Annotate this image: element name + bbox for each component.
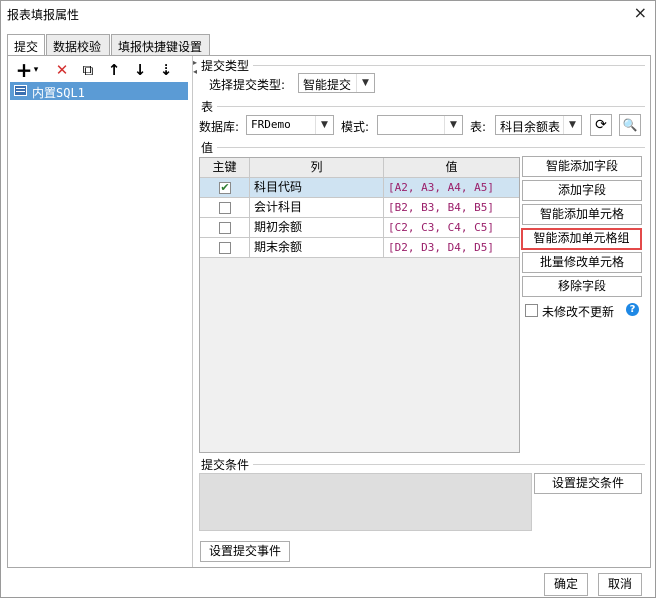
submit-condition-area: [199, 473, 532, 531]
divider: [253, 464, 645, 465]
value-cell[interactable]: [A2, A3, A4, A5]: [384, 178, 519, 198]
title-bar: 报表填报属性 ×: [1, 1, 655, 27]
tab-submit[interactable]: 提交: [7, 34, 45, 57]
chevron-down-icon: ▼: [563, 116, 581, 134]
table-row[interactable]: 期末余额 [D2, D3, D4, D5]: [200, 238, 519, 258]
table-value: 科目余额表: [500, 120, 561, 134]
cancel-button[interactable]: 取消: [598, 573, 642, 596]
submit-type-select[interactable]: 智能提交 ▼: [298, 73, 375, 93]
submit-condition-heading: 提交条件: [201, 458, 250, 472]
column-cell[interactable]: 期初余额: [250, 218, 384, 238]
mode-select[interactable]: ▼: [377, 115, 463, 135]
divider: [217, 106, 645, 107]
primary-key-checkbox[interactable]: [219, 202, 231, 214]
divider: [217, 147, 645, 148]
smart-add-cell-group-button[interactable]: 智能添加单元格组: [521, 228, 642, 250]
collapse-handle[interactable]: ▸ ◂: [193, 58, 199, 76]
table-row[interactable]: 期初余额 [C2, C3, C4, C5]: [200, 218, 519, 238]
mode-label: 模式:: [341, 120, 370, 134]
add-dropdown-icon[interactable]: ▾: [31, 60, 41, 80]
batch-modify-cell-button[interactable]: 批量修改单元格: [522, 252, 642, 273]
column-header-value[interactable]: 值: [384, 158, 519, 178]
database-label: 数据库:: [199, 120, 240, 134]
database-select[interactable]: FRDemo ▼: [246, 115, 334, 135]
field-table: 主键 列 值 ✔ 科目代码 [A2, A3, A4, A5] 会计科目 [B2,…: [199, 157, 520, 453]
left-pane: + ▾ ✕ ⧉ ↑ ↓ ⇣ 内置SQL1: [8, 56, 193, 567]
tab-shortcut-settings[interactable]: 填报快捷键设置: [111, 34, 210, 56]
move-down-icon[interactable]: ↓: [130, 60, 150, 80]
chevron-down-icon: ▼: [444, 116, 462, 134]
column-cell[interactable]: 会计科目: [250, 198, 384, 218]
key-cell: ✔: [200, 178, 250, 198]
preview-button[interactable]: 🔍: [619, 114, 641, 136]
delete-icon[interactable]: ✕: [52, 60, 72, 80]
smart-add-cell-button[interactable]: 智能添加单元格: [522, 204, 642, 225]
smart-add-field-button[interactable]: 智能添加字段: [522, 156, 642, 177]
set-submit-condition-button[interactable]: 设置提交条件: [534, 473, 642, 494]
primary-key-checkbox[interactable]: [219, 222, 231, 234]
ok-button[interactable]: 确定: [544, 573, 588, 596]
set-submit-event-button[interactable]: 设置提交事件: [200, 541, 290, 562]
divider: [253, 65, 645, 66]
submit-type-label: 选择提交类型:: [209, 78, 286, 92]
dialog-window: 报表填报属性 × 提交 数据校验 填报快捷键设置 + ▾ ✕ ⧉ ↑ ↓ ⇣ 内…: [0, 0, 656, 598]
move-up-icon[interactable]: ↑: [104, 60, 124, 80]
sort-icon[interactable]: ⇣: [156, 60, 176, 80]
tab-data-validation[interactable]: 数据校验: [46, 34, 110, 56]
primary-key-checkbox[interactable]: [219, 242, 231, 254]
chevron-down-icon: ▼: [315, 116, 333, 134]
window-title: 报表填报属性: [7, 8, 80, 22]
help-icon[interactable]: ?: [626, 303, 639, 316]
primary-key-checkbox[interactable]: ✔: [219, 182, 231, 194]
table-heading: 表: [201, 100, 214, 114]
table-label: 表:: [470, 120, 487, 134]
table-row[interactable]: ✔ 科目代码 [A2, A3, A4, A5]: [200, 178, 519, 198]
chevron-down-icon: ▼: [356, 74, 374, 92]
value-heading: 值: [201, 141, 214, 155]
close-icon[interactable]: ×: [634, 3, 647, 22]
column-cell[interactable]: 期末余额: [250, 238, 384, 258]
no-update-checkbox[interactable]: [525, 304, 538, 317]
column-header-column[interactable]: 列: [250, 158, 384, 178]
preview-icon: 🔍: [622, 118, 638, 132]
value-cell[interactable]: [B2, B3, B4, B5]: [384, 198, 519, 218]
tree-item-sql[interactable]: 内置SQL1: [10, 82, 188, 100]
add-field-button[interactable]: 添加字段: [522, 180, 642, 201]
database-value: FRDemo: [251, 118, 291, 131]
submit-type-heading: 提交类型: [201, 59, 250, 73]
value-cell[interactable]: [D2, D3, D4, D5]: [384, 238, 519, 258]
table-select[interactable]: 科目余额表 ▼: [495, 115, 582, 135]
key-cell: [200, 238, 250, 258]
column-cell[interactable]: 科目代码: [250, 178, 384, 198]
refresh-icon: ⟳: [595, 117, 607, 133]
column-header-key[interactable]: 主键: [200, 158, 250, 178]
submit-type-value: 智能提交: [303, 78, 352, 92]
table-row[interactable]: 会计科目 [B2, B3, B4, B5]: [200, 198, 519, 218]
refresh-button[interactable]: ⟳: [590, 114, 612, 136]
remove-field-button[interactable]: 移除字段: [522, 276, 642, 297]
copy-icon[interactable]: ⧉: [78, 60, 98, 80]
key-cell: [200, 198, 250, 218]
no-update-label: 未修改不更新: [542, 305, 615, 319]
value-cell[interactable]: [C2, C3, C4, C5]: [384, 218, 519, 238]
database-icon: [14, 85, 27, 96]
tree-item-label: 内置SQL1: [32, 86, 85, 100]
key-cell: [200, 218, 250, 238]
